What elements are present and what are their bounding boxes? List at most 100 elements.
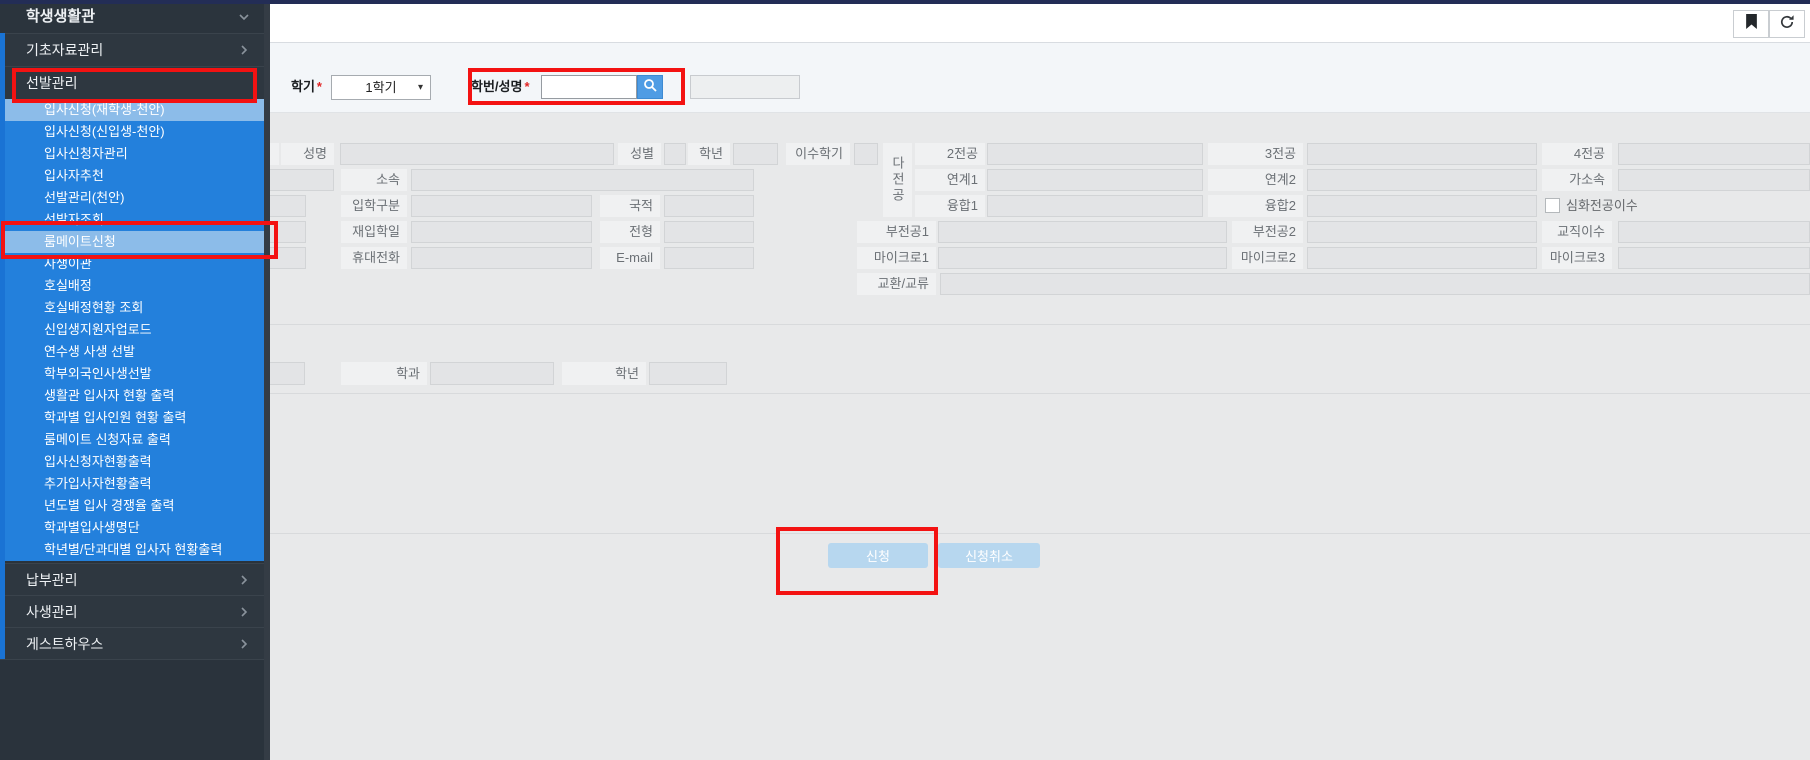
micro1-field[interactable] <box>938 247 1227 269</box>
aux-input[interactable] <box>690 75 800 99</box>
required-asterisk: * <box>317 79 322 94</box>
micro2-field[interactable] <box>1307 247 1537 269</box>
menu-item[interactable]: 학부외국인사생선발 <box>0 363 264 385</box>
menu-item[interactable]: 학과별 입사인원 현황 출력 <box>0 407 264 429</box>
menu-item[interactable]: 년도별 입사 경쟁율 출력 <box>0 495 264 517</box>
mobile-label: 휴대전화 <box>341 247 407 269</box>
fusion1-label: 융합1 <box>915 195 985 217</box>
linked1-label: 연계1 <box>915 169 985 191</box>
menu-item[interactable]: 신입생지원자업로드 <box>0 319 264 341</box>
screening-field[interactable] <box>664 221 754 243</box>
sidebar-accent-strip <box>0 33 5 659</box>
top-navy-bar <box>0 0 1810 4</box>
fusion2-label: 융합2 <box>1208 195 1303 217</box>
minor2-label: 부전공2 <box>1232 221 1303 243</box>
sidebar-empty-area <box>0 659 264 760</box>
major2-label: 2전공 <box>915 143 985 165</box>
temp-affiliation-field[interactable] <box>1618 169 1810 191</box>
nationality-label: 국적 <box>600 195 660 217</box>
nationality-field[interactable] <box>664 195 754 217</box>
admission-type-field[interactable] <box>411 195 592 217</box>
email-field[interactable] <box>664 247 754 269</box>
minor1-field[interactable] <box>938 221 1227 243</box>
name-label: 성명 <box>281 143 334 165</box>
intensive-major-label: 심화전공이수 <box>1566 195 1638 217</box>
major3-field[interactable] <box>1307 143 1537 165</box>
menu-item-roommate[interactable]: 룸메이트신청 <box>0 231 264 253</box>
required-asterisk: * <box>524 79 529 94</box>
grade2-field[interactable] <box>649 362 727 385</box>
menu-item[interactable]: 입사신청자관리 <box>0 143 264 165</box>
sidebar-item-payment-mgmt[interactable]: 납부관리 <box>0 563 264 595</box>
menu-item[interactable]: 호실배정현황 조회 <box>0 297 264 319</box>
menu-item[interactable]: 선발자조회 <box>0 209 264 231</box>
search-icon <box>643 78 657 97</box>
cancel-apply-button[interactable]: 신청취소 <box>938 543 1040 568</box>
exchange-field[interactable] <box>940 273 1810 295</box>
sidebar-item-guesthouse[interactable]: 게스트하우스 <box>0 627 264 659</box>
chevron-right-icon <box>238 564 250 595</box>
fusion2-field[interactable] <box>1307 195 1537 217</box>
micro3-field[interactable] <box>1618 247 1810 269</box>
completed-terms-field[interactable] <box>854 143 878 165</box>
app-window: 학기* 1학기▾ 학번/성명* 성명 성별 학년 이수학기 다전공 2전공 3전… <box>0 0 1810 760</box>
apply-button[interactable]: 신청 <box>828 543 928 568</box>
refresh-icon <box>1779 14 1795 35</box>
mobile-field[interactable] <box>411 247 592 269</box>
sidebar-item-basic-data[interactable]: 기초자료관리 <box>0 33 264 66</box>
divider <box>270 324 1810 325</box>
teaching-cert-field[interactable] <box>1618 221 1810 243</box>
screening-label: 전형 <box>600 221 660 243</box>
minor1-label: 부전공1 <box>857 221 936 243</box>
chevron-right-icon <box>238 596 250 627</box>
menu-item[interactable]: 입사자추천 <box>0 165 264 187</box>
menu-item[interactable]: 학년별/단과대별 입사자 현황출력 <box>0 539 264 561</box>
menu-item[interactable]: 생활관 입사자 현황 출력 <box>0 385 264 407</box>
affiliation-field[interactable] <box>411 169 754 191</box>
menu-item[interactable]: 입사신청(재학생-천안) <box>0 99 264 121</box>
menu-item[interactable]: 연수생 사생 선발 <box>0 341 264 363</box>
sidebar-item-selection-mgmt[interactable]: 선발관리 <box>0 66 264 99</box>
temp-affiliation-label: 가소속 <box>1542 169 1612 191</box>
linked2-field[interactable] <box>1307 169 1537 191</box>
gender-field[interactable] <box>664 143 686 165</box>
menu-item[interactable]: 호실배정 <box>0 275 264 297</box>
intensive-major-checkbox[interactable] <box>1545 198 1560 213</box>
menu-item[interactable]: 사생이관 <box>0 253 264 275</box>
major2-field[interactable] <box>987 143 1203 165</box>
linked2-label: 연계2 <box>1208 169 1303 191</box>
fusion1-field[interactable] <box>987 195 1203 217</box>
major4-field[interactable] <box>1618 143 1810 165</box>
refresh-button[interactable] <box>1769 10 1805 38</box>
sidebar-title[interactable]: 학생생활관 <box>0 0 264 33</box>
semester-select[interactable]: 1학기▾ <box>331 75 431 100</box>
grade-field[interactable] <box>733 143 778 165</box>
id-name-input[interactable] <box>541 75 637 99</box>
divider <box>270 393 1810 394</box>
name-field[interactable] <box>340 143 614 165</box>
completed-terms-label: 이수학기 <box>786 143 850 165</box>
menu-item[interactable]: 입사신청(신입생-천안) <box>0 121 264 143</box>
selection-submenu: 입사신청(재학생-천안) 입사신청(신입생-천안) 입사신청자관리 입사자추천 … <box>0 99 264 561</box>
major4-label: 4전공 <box>1542 143 1612 165</box>
menu-item[interactable]: 추가입사자현황출력 <box>0 473 264 495</box>
sidebar-title-label: 학생생활관 <box>26 8 95 25</box>
chevron-down-icon <box>238 0 250 33</box>
menu-item[interactable]: 학과별입사생명단 <box>0 517 264 539</box>
minor2-field[interactable] <box>1307 221 1537 243</box>
readmission-date-field[interactable] <box>411 221 592 243</box>
search-button[interactable] <box>637 75 663 99</box>
bookmark-button[interactable] <box>1733 10 1769 38</box>
sidebar-item-resident-mgmt[interactable]: 사생관리 <box>0 595 264 627</box>
menu-item[interactable]: 선발관리(천안) <box>0 187 264 209</box>
divider <box>270 533 1810 534</box>
linked1-field[interactable] <box>987 169 1203 191</box>
micro3-label: 마이크로3 <box>1542 247 1612 269</box>
chevron-down-icon: ▾ <box>418 76 423 99</box>
menu-item[interactable]: 룸메이트 신청자료 출력 <box>0 429 264 451</box>
search-toolbar <box>0 42 1810 113</box>
dept-field[interactable] <box>430 362 554 385</box>
micro1-label: 마이크로1 <box>857 247 936 269</box>
page-header <box>0 4 1810 43</box>
menu-item[interactable]: 입사신청자현황출력 <box>0 451 264 473</box>
